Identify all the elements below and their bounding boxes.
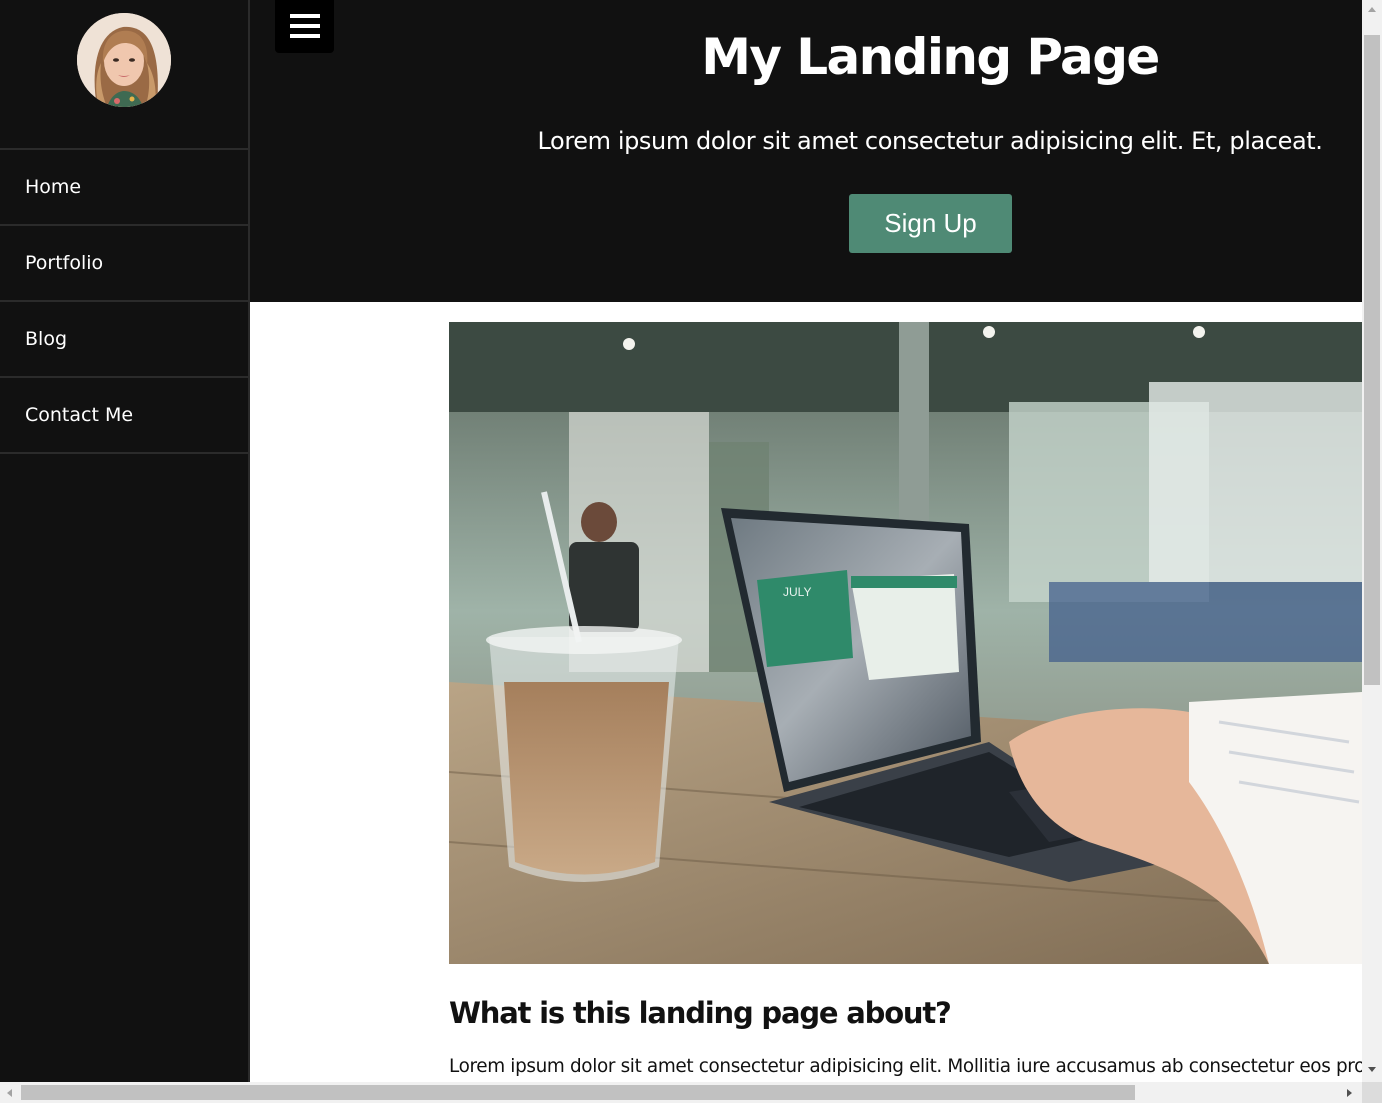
- sidebar-item-label: Blog: [25, 328, 67, 350]
- sidebar-item-blog[interactable]: Blog: [0, 302, 248, 378]
- vertical-scroll-thumb[interactable]: [1364, 35, 1380, 685]
- page-viewport: Home Portfolio Blog Contact Me My Landin…: [0, 0, 1362, 1082]
- horizontal-scroll-thumb[interactable]: [21, 1085, 1135, 1100]
- sidebar-item-label: Contact Me: [25, 404, 134, 426]
- profile-photo-icon: [77, 13, 171, 107]
- scroll-down-arrow-icon[interactable]: [1368, 1067, 1376, 1072]
- sidebar-item-contact[interactable]: Contact Me: [0, 378, 248, 454]
- page-subtitle: Lorem ipsum dolor sit amet consectetur a…: [537, 127, 1323, 155]
- page-title: My Landing Page: [701, 28, 1160, 86]
- scroll-left-arrow-icon[interactable]: [7, 1089, 12, 1097]
- vertical-scrollbar[interactable]: [1362, 0, 1382, 1082]
- section-heading: What is this landing page about?: [449, 996, 952, 1030]
- sidebar: Home Portfolio Blog Contact Me: [0, 0, 250, 1082]
- sign-up-button[interactable]: Sign Up: [849, 194, 1012, 253]
- horizontal-scrollbar[interactable]: [0, 1082, 1362, 1103]
- sidebar-item-portfolio[interactable]: Portfolio: [0, 226, 248, 302]
- scroll-right-arrow-icon[interactable]: [1347, 1089, 1352, 1097]
- scrollbar-corner: [1362, 1082, 1382, 1103]
- avatar: [77, 13, 171, 107]
- hero-header: My Landing Page Lorem ipsum dolor sit am…: [250, 0, 1362, 302]
- laptop-and-coffee-photo-icon: JULY: [449, 322, 1362, 964]
- sidebar-item-label: Portfolio: [25, 252, 104, 274]
- section-body: Lorem ipsum dolor sit amet consectetur a…: [449, 1056, 1362, 1077]
- sidebar-header: [0, 0, 248, 150]
- sidebar-item-home[interactable]: Home: [0, 150, 248, 226]
- scroll-up-arrow-icon[interactable]: [1368, 7, 1376, 12]
- hero-image: JULY: [449, 322, 1362, 964]
- svg-text:JULY: JULY: [783, 585, 811, 599]
- sidebar-item-label: Home: [25, 176, 82, 198]
